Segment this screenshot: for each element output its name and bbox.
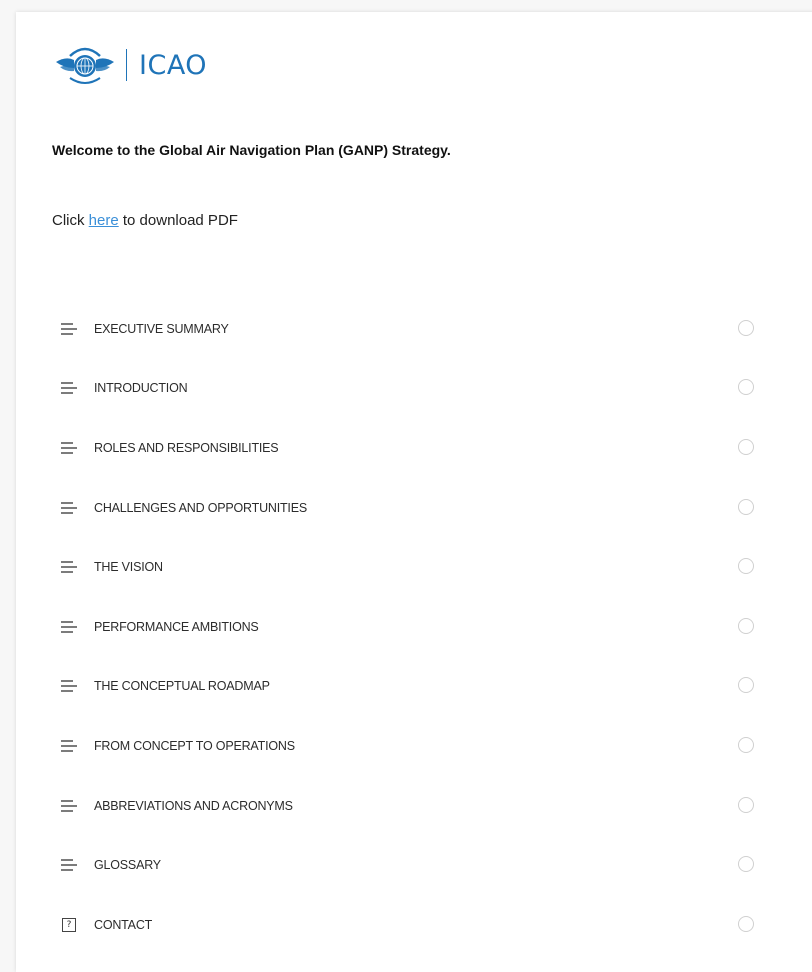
lines-icon xyxy=(60,679,78,693)
toc-item-label: ABBREVIATIONS AND ACRONYMS xyxy=(94,798,293,813)
logo-divider xyxy=(126,49,127,81)
toc-item-the-conceptual-roadmap[interactable]: THE CONCEPTUAL ROADMAP xyxy=(52,657,766,717)
lines-icon xyxy=(60,560,78,574)
lines-icon xyxy=(60,381,78,395)
lines-icon xyxy=(60,441,78,455)
toc-item-label: GLOSSARY xyxy=(94,858,161,873)
lines-icon xyxy=(60,620,78,634)
toc-item-challenges-and-opportunities[interactable]: CHALLENGES AND OPPORTUNITIES xyxy=(52,478,766,538)
completion-circle xyxy=(738,319,754,336)
toc-item-label: ROLES AND RESPONSIBILITIES xyxy=(94,440,279,455)
lines-icon xyxy=(60,858,78,872)
toc-item-label: EXECUTIVE SUMMARY xyxy=(94,321,229,336)
content-page: ICAO Welcome to the Global Air Navigatio… xyxy=(16,12,812,972)
toc-item-contact[interactable]: ? CONTACT xyxy=(52,895,766,955)
icao-logo[interactable]: ICAO xyxy=(52,40,207,90)
toc-item-from-concept-to-operations[interactable]: FROM CONCEPT TO OPERATIONS xyxy=(52,716,766,776)
completion-circle xyxy=(738,498,754,515)
icao-emblem-icon xyxy=(56,47,114,84)
toc-item-introduction[interactable]: INTRODUCTION xyxy=(52,359,766,419)
toc-item-the-vision[interactable]: THE VISION xyxy=(52,537,766,597)
toc-item-label: CONTACT xyxy=(94,917,153,932)
logo-text: ICAO xyxy=(139,49,208,81)
lines-icon xyxy=(60,322,78,336)
completion-circle xyxy=(738,796,754,813)
toc-item-label: PERFORMANCE AMBITIONS xyxy=(94,619,259,634)
completion-circle xyxy=(738,379,754,396)
lines-icon xyxy=(60,739,78,753)
toc-item-executive-summary[interactable]: EXECUTIVE SUMMARY xyxy=(52,299,766,359)
table-of-contents: EXECUTIVE SUMMARY INTRODUCTION ROLES AND… xyxy=(52,299,766,955)
lines-icon xyxy=(60,799,78,813)
completion-circle xyxy=(738,438,754,455)
completion-circle xyxy=(738,915,754,932)
question-box-icon: ? xyxy=(60,917,78,932)
welcome-heading: Welcome to the Global Air Navigation Pla… xyxy=(52,142,451,158)
toc-item-performance-ambitions[interactable]: PERFORMANCE AMBITIONS xyxy=(52,597,766,657)
toc-item-label: THE CONCEPTUAL ROADMAP xyxy=(94,679,270,694)
completion-circle xyxy=(738,558,754,575)
download-pdf-link[interactable]: here xyxy=(89,212,119,229)
completion-circle xyxy=(738,677,754,694)
toc-item-roles-and-responsibilities[interactable]: ROLES AND RESPONSIBILITIES xyxy=(52,418,766,478)
download-prefix: Click xyxy=(52,212,89,229)
toc-item-label: FROM CONCEPT TO OPERATIONS xyxy=(94,738,295,753)
toc-item-glossary[interactable]: GLOSSARY xyxy=(52,835,766,895)
toc-item-label: INTRODUCTION xyxy=(94,381,188,396)
completion-circle xyxy=(738,736,754,753)
lines-icon xyxy=(60,501,78,515)
completion-circle xyxy=(738,617,754,634)
download-suffix: to download PDF xyxy=(118,212,238,229)
completion-circle xyxy=(738,856,754,873)
toc-item-label: THE VISION xyxy=(94,560,163,575)
download-line: Click here to download PDF xyxy=(52,212,238,229)
toc-item-label: CHALLENGES AND OPPORTUNITIES xyxy=(94,500,307,515)
toc-item-abbreviations-and-acronyms[interactable]: ABBREVIATIONS AND ACRONYMS xyxy=(52,776,766,836)
